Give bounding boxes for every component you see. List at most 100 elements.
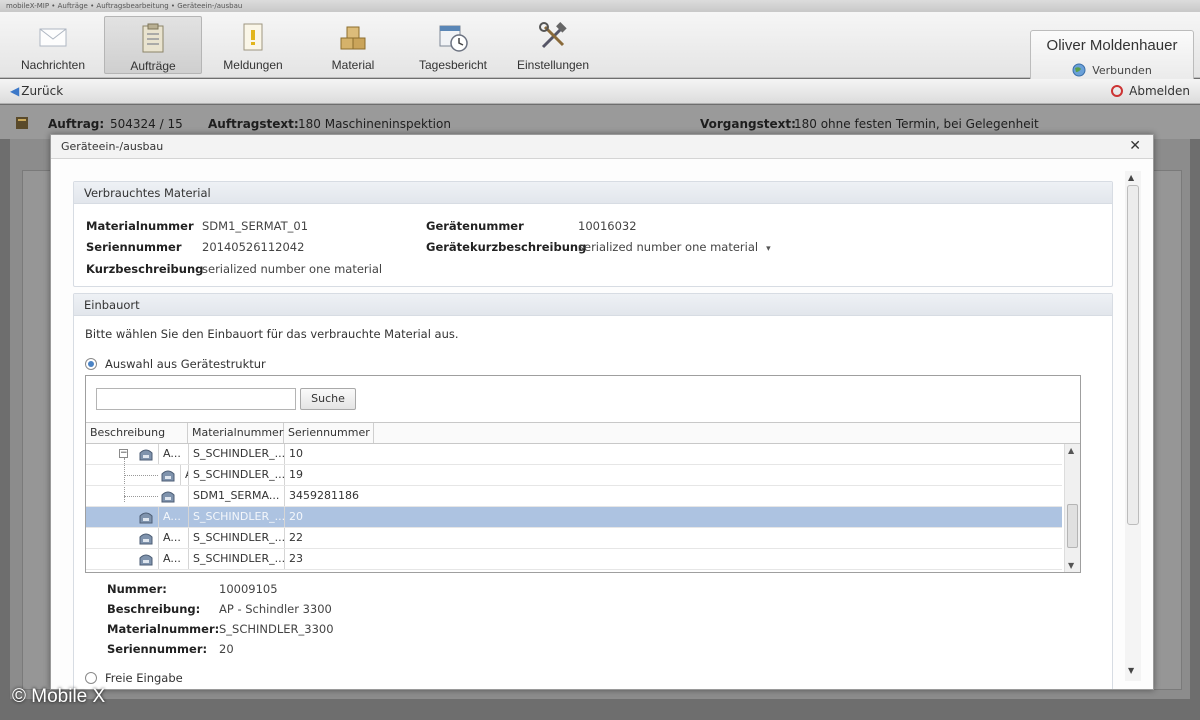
cell-beschreibung: A... bbox=[158, 444, 188, 464]
cell-beschreibung: A... bbox=[158, 507, 188, 527]
auftrag-label: Auftrag: bbox=[48, 117, 105, 131]
cell-seriennummer: 23 bbox=[284, 549, 404, 569]
auftragstext-value: 180 Maschineninspektion bbox=[298, 117, 451, 131]
materialnummer-value: SDM1_SERMAT_01 bbox=[202, 219, 309, 233]
device-tree: Suche Beschreibung Materialnummer Serien… bbox=[85, 375, 1081, 573]
collapse-icon[interactable]: − bbox=[119, 449, 128, 458]
auftragstext-label: Auftragstext: bbox=[208, 117, 299, 131]
ribbon-button-meldungen[interactable]: Meldungen bbox=[204, 16, 302, 74]
user-name: Oliver Moldenhauer bbox=[1046, 37, 1178, 54]
ribbon-label: Material bbox=[331, 58, 375, 72]
search-button[interactable]: Suche bbox=[300, 388, 356, 410]
option-geraetestruktur[interactable]: Auswahl aus Gerätestruktur bbox=[85, 357, 266, 371]
detail-seriennummer-label: Seriennummer: bbox=[107, 642, 208, 656]
tree-header: Beschreibung Materialnummer Seriennummer bbox=[86, 422, 1080, 444]
detail-materialnummer: Materialnummer: S_SCHINDLER_3300 bbox=[107, 622, 507, 638]
ribbon-label: Tagesbericht bbox=[418, 58, 488, 72]
material-group: Verbrauchtes Material Materialnummer SDM1… bbox=[73, 181, 1113, 287]
option-freie-eingabe-label: Freie Eingabe bbox=[105, 671, 183, 685]
auftrag-value: 504324 / 15 bbox=[110, 117, 183, 131]
tree-row[interactable]: SDM1_SERMA... 3459281186 bbox=[86, 486, 1062, 507]
tree-row[interactable]: A... S_SCHINDLER_... 19 bbox=[86, 465, 1062, 486]
detail-beschreibung: Beschreibung: AP - Schindler 3300 bbox=[107, 602, 507, 618]
search-input[interactable] bbox=[96, 388, 296, 410]
radio-icon[interactable] bbox=[85, 358, 97, 370]
cell-materialnummer: S_SCHINDLER_... bbox=[188, 549, 284, 569]
ribbon-button-auftraege[interactable]: Aufträge bbox=[104, 16, 202, 74]
tree-row[interactable]: A... S_SCHINDLER_... 23 bbox=[86, 549, 1062, 570]
device-icon bbox=[161, 470, 175, 482]
cell-seriennummer: 10 bbox=[284, 444, 404, 464]
scroll-up-icon[interactable]: ▲ bbox=[1068, 446, 1074, 455]
tree-row[interactable]: − A... S_SCHINDLER_... 10 bbox=[86, 444, 1062, 465]
column-header-seriennummer[interactable]: Seriennummer bbox=[284, 423, 374, 443]
ribbon-button-nachrichten[interactable]: Nachrichten bbox=[4, 16, 102, 74]
cell-beschreibung: A... bbox=[158, 549, 188, 569]
cell-materialnummer: S_SCHINDLER_... bbox=[188, 507, 284, 527]
cell-seriennummer: 20 bbox=[284, 507, 404, 527]
envelope-icon bbox=[39, 28, 67, 47]
ribbon-button-tagesbericht[interactable]: Tagesbericht bbox=[404, 16, 502, 74]
geraetenummer-value: 10016032 bbox=[578, 219, 637, 233]
cell-seriennummer: 3459281186 bbox=[284, 486, 404, 506]
chevron-down-icon[interactable]: ▾ bbox=[766, 244, 771, 254]
ribbon-toolbar: Nachrichten Aufträge Meldungen Material bbox=[0, 12, 1200, 82]
ribbon-button-material[interactable]: Material bbox=[304, 16, 402, 74]
column-header-beschreibung[interactable]: Beschreibung bbox=[86, 423, 188, 443]
ribbon-label: Meldungen bbox=[223, 58, 283, 72]
cell-seriennummer: 19 bbox=[284, 465, 404, 485]
kurzbeschreibung-label: Kurzbeschreibung bbox=[86, 262, 204, 276]
device-icon bbox=[139, 512, 153, 524]
device-icon bbox=[139, 449, 153, 461]
tools-icon bbox=[539, 22, 567, 49]
column-header-materialnummer[interactable]: Materialnummer bbox=[188, 423, 284, 443]
dialog-scrollbar[interactable]: ▲ ▼ bbox=[1125, 171, 1141, 681]
scroll-thumb[interactable] bbox=[1067, 504, 1078, 548]
close-icon[interactable]: ✕ bbox=[1129, 138, 1141, 154]
cell-materialnummer: SDM1_SERMA... bbox=[188, 486, 284, 506]
order-icon bbox=[16, 117, 28, 129]
geraetekurzbeschreibung-label: Gerätekurzbeschreibung bbox=[426, 240, 587, 254]
detail-nummer: Nummer: 10009105 bbox=[107, 582, 507, 598]
notice-icon bbox=[243, 23, 263, 51]
einbauort-group-title: Einbauort bbox=[74, 294, 1112, 316]
kurzbeschreibung-value: serialized number one material bbox=[202, 262, 383, 276]
ribbon-button-einstellungen[interactable]: Einstellungen bbox=[504, 16, 602, 74]
scroll-thumb[interactable] bbox=[1127, 185, 1139, 525]
detail-seriennummer-value: 20 bbox=[219, 642, 234, 656]
device-icon bbox=[139, 554, 153, 566]
ribbon-label: Nachrichten bbox=[20, 58, 86, 72]
tree-row-selected[interactable]: A... S_SCHINDLER_... 20 bbox=[86, 507, 1062, 528]
scroll-down-icon[interactable]: ▼ bbox=[1068, 561, 1074, 570]
scroll-down-icon[interactable]: ▼ bbox=[1128, 666, 1134, 675]
navigation-bar: ◀ Zurück Abmelden bbox=[0, 79, 1200, 104]
logout-label: Abmelden bbox=[1129, 84, 1190, 98]
radio-icon[interactable] bbox=[85, 672, 97, 684]
logout-icon bbox=[1111, 85, 1124, 97]
globe-icon bbox=[1072, 63, 1086, 77]
ribbon-label: Aufträge bbox=[130, 59, 176, 73]
detail-materialnummer-label: Materialnummer: bbox=[107, 622, 220, 636]
user-box[interactable]: Oliver Moldenhauer Verbunden bbox=[1030, 30, 1194, 82]
logout-button[interactable]: Abmelden bbox=[1111, 84, 1190, 98]
back-arrow-icon: ◀ bbox=[10, 84, 20, 98]
device-icon bbox=[161, 491, 175, 503]
detail-beschreibung-label: Beschreibung: bbox=[107, 602, 201, 616]
geraeteeinbau-dialog: Geräteein-/ausbau ✕ Verbrauchtes Materia… bbox=[50, 134, 1154, 690]
seriennummer-label: Seriennummer bbox=[86, 240, 182, 254]
cell-beschreibung: A... bbox=[180, 465, 188, 485]
ribbon-label: Einstellungen bbox=[516, 58, 590, 72]
option-freie-eingabe[interactable]: Freie Eingabe bbox=[85, 671, 183, 685]
copyright-watermark: © Mobile X bbox=[12, 686, 106, 707]
tree-row[interactable]: A... S_SCHINDLER_... 22 bbox=[86, 528, 1062, 549]
tree-scrollbar[interactable]: ▲ ▼ bbox=[1064, 444, 1080, 572]
connection-status: Verbunden bbox=[1031, 63, 1193, 77]
cell-beschreibung: A... bbox=[158, 528, 188, 548]
cell-materialnummer: S_SCHINDLER_... bbox=[188, 465, 284, 485]
clipboard-icon bbox=[142, 23, 164, 53]
back-button[interactable]: ◀ Zurück bbox=[10, 84, 63, 98]
material-group-title: Verbrauchtes Material bbox=[74, 182, 1112, 204]
option-geraetestruktur-label: Auswahl aus Gerätestruktur bbox=[105, 357, 266, 371]
scroll-up-icon[interactable]: ▲ bbox=[1128, 173, 1134, 182]
detail-nummer-label: Nummer: bbox=[107, 582, 167, 596]
